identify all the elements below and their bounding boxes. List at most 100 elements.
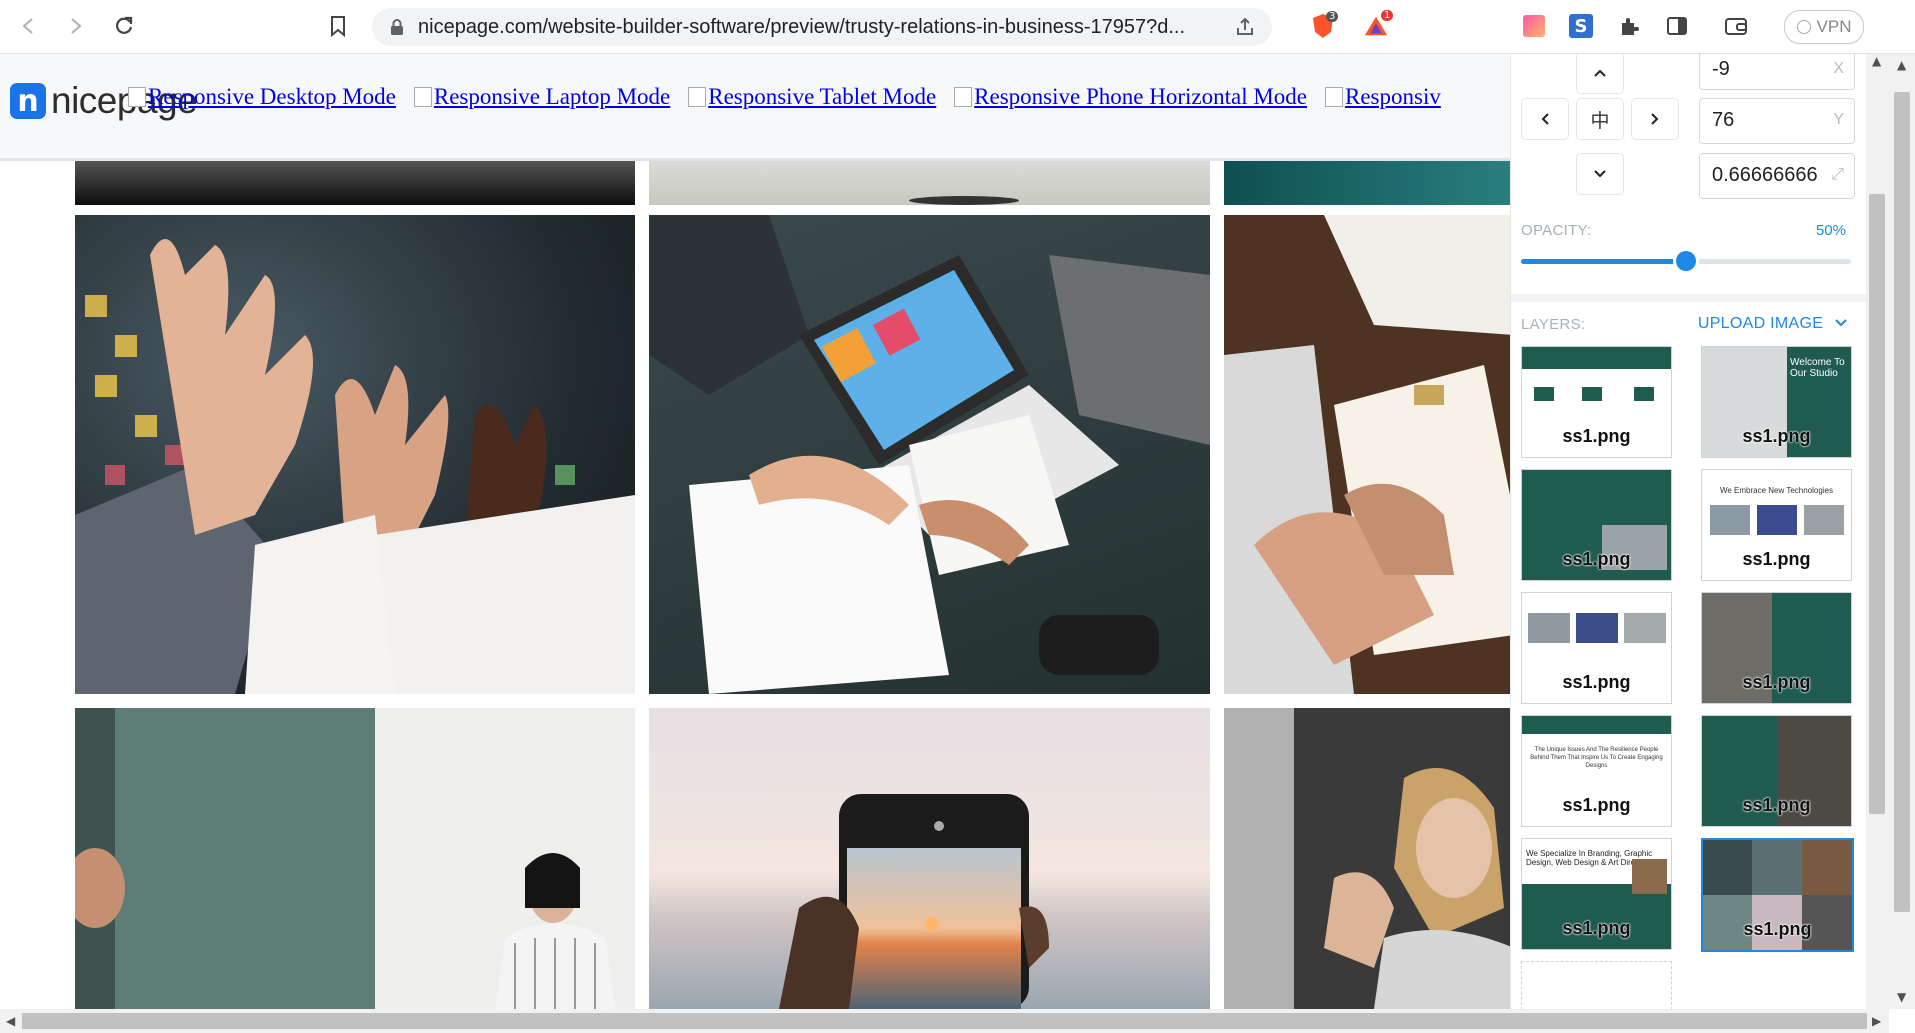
puzzle-extensions-icon[interactable] (1616, 13, 1642, 39)
page-viewport: n nicepage Responsive Desktop Mode Respo… (0, 54, 1915, 1009)
opacity-label: OPACITY: (1521, 222, 1592, 239)
scroll-left-icon[interactable]: ◀ (6, 1014, 15, 1028)
s-extension-icon[interactable]: S (1568, 13, 1594, 39)
layer-name: ss1.png (1562, 918, 1631, 938)
gallery-photo-clipboard-handshake (1224, 215, 1514, 694)
move-left-button[interactable] (1521, 98, 1569, 140)
brave-rewards-icon[interactable]: 1 (1363, 10, 1394, 39)
layer-name: ss1.png (1742, 426, 1811, 446)
laptop-mode-link[interactable]: Responsive Laptop Mode (413, 84, 670, 110)
add-layer-dropzone[interactable] (1521, 961, 1672, 1009)
panel-scrollbar[interactable]: ▲ (1865, 54, 1889, 1009)
broken-image-icon (413, 87, 432, 107)
back-icon[interactable] (14, 12, 42, 40)
center-button[interactable]: 中 (1576, 98, 1624, 140)
reload-icon[interactable] (110, 12, 138, 40)
panel-divider (1511, 294, 1866, 302)
layer-thumbnail[interactable]: ss1.png (1521, 346, 1672, 458)
responsive-mode-links: Responsive Desktop Mode Responsive Lapto… (128, 84, 1441, 110)
layer-name: ss1.png (1562, 549, 1631, 569)
gallery-photo-laptop-documents (649, 215, 1210, 694)
overlay-control-panel: 中 -9 X 76 Y 0.66666666 ⤢ OPACITY: 50% LA… (1510, 54, 1866, 1009)
layer-thumbnail[interactable]: We Embrace New Technologies ss1.png (1701, 469, 1852, 581)
layer-thumbnail-selected[interactable]: ss1.png (1701, 838, 1854, 952)
move-up-button[interactable] (1576, 54, 1624, 94)
vpn-button[interactable]: VPN (1784, 10, 1864, 44)
chevron-down-icon (1835, 319, 1847, 327)
gallery-photo-top-3 (1224, 158, 1514, 205)
layer-thumbnail[interactable]: ss1.png (1701, 715, 1852, 827)
opacity-slider[interactable] (1521, 251, 1851, 271)
x-offset-field[interactable]: -9 X (1699, 54, 1855, 90)
opacity-slider-handle[interactable] (1676, 251, 1696, 271)
x-offset-value: -9 (1712, 58, 1730, 80)
share-icon[interactable] (1234, 16, 1256, 38)
y-offset-field[interactable]: 76 Y (1699, 98, 1855, 144)
bookmark-icon[interactable] (324, 12, 352, 40)
scroll-down-icon[interactable]: ▼ (1897, 990, 1906, 1004)
wallet-icon[interactable] (1723, 13, 1749, 39)
page-horizontal-scrollbar[interactable]: ◀ ▶ (0, 1009, 1889, 1033)
y-offset-value: 76 (1712, 109, 1735, 131)
gallery-photo-meeting-woman (75, 708, 635, 1009)
layer-thumbnail[interactable]: Welcome To Our Studio ss1.png (1701, 346, 1852, 458)
move-right-button[interactable] (1631, 98, 1679, 140)
page-horizontal-scrollbar-thumb[interactable] (22, 1013, 1867, 1029)
panel-scrollbar-thumb[interactable] (1869, 194, 1885, 814)
layer-heading: We Embrace New Technologies (1719, 486, 1834, 495)
site-header: n nicepage Responsive Desktop Mode Respo… (0, 54, 1510, 161)
sidebar-toggle-icon[interactable] (1664, 13, 1690, 39)
tablet-mode-link[interactable]: Responsive Tablet Mode (688, 84, 936, 110)
broken-image-icon (954, 87, 973, 107)
scroll-right-icon[interactable]: ▶ (1872, 1014, 1881, 1028)
layers-label: LAYERS: (1521, 316, 1586, 333)
gallery-photo-thinking-woman (1224, 708, 1514, 1009)
layer-heading: The Unique Issues And The Resilience Peo… (1530, 747, 1663, 769)
gallery-photo-high-five (75, 215, 635, 694)
layer-name: ss1.png (1742, 795, 1811, 815)
gradient-extension-icon[interactable] (1521, 13, 1547, 39)
brave-shield-icon[interactable]: 3 (1310, 11, 1339, 39)
move-down-button[interactable] (1576, 153, 1624, 195)
layer-name: ss1.png (1743, 919, 1812, 939)
logo-mark: n (10, 83, 46, 119)
scroll-up-icon[interactable]: ▲ (1897, 58, 1906, 72)
forward-icon[interactable] (62, 12, 90, 40)
brave-badge: 3 (1326, 11, 1339, 22)
layer-name: ss1.png (1562, 426, 1631, 446)
center-icon: 中 (1590, 109, 1610, 132)
gallery-photo-top-1 (75, 158, 635, 205)
layer-thumbnail[interactable]: We Specialize In Branding, Graphic Desig… (1521, 838, 1672, 950)
desktop-mode-link[interactable]: Responsive Desktop Mode (128, 84, 396, 110)
phone-horizontal-mode-link[interactable]: Responsive Phone Horizontal Mode (954, 84, 1307, 110)
resize-icon: ⤢ (1831, 166, 1844, 183)
layer-name: ss1.png (1742, 672, 1811, 692)
phone-mode-link[interactable]: Responsiv (1325, 84, 1441, 110)
broken-image-icon (1325, 87, 1343, 107)
url-text: nicepage.com/website-builder-software/pr… (418, 15, 1186, 38)
upload-image-button[interactable]: UPLOAD IMAGE (1698, 315, 1848, 333)
layer-heading: Welcome To Our Studio (1790, 357, 1845, 379)
x-suffix: X (1833, 60, 1844, 77)
layer-thumbnail[interactable]: ss1.png (1701, 592, 1852, 704)
gallery-photo-top-2 (649, 158, 1210, 205)
scale-value: 0.66666666 (1712, 164, 1818, 186)
layer-name: ss1.png (1562, 795, 1631, 815)
page-vertical-scrollbar-thumb[interactable] (1894, 92, 1910, 912)
y-suffix: Y (1833, 111, 1844, 128)
address-bar[interactable]: nicepage.com/website-builder-software/pr… (372, 8, 1272, 46)
page-vertical-scrollbar[interactable]: ▲ ▼ (1889, 54, 1915, 1009)
layer-name: ss1.png (1742, 549, 1811, 569)
layer-thumbnail[interactable]: The Unique Issues And The Resilience Peo… (1521, 715, 1672, 827)
vpn-label: VPN (1816, 17, 1852, 36)
opacity-value: 50% (1815, 222, 1846, 239)
scroll-up-icon[interactable]: ▲ (1872, 54, 1881, 68)
vpn-icon (1796, 20, 1811, 34)
lock-icon (391, 19, 403, 35)
browser-toolbar: nicepage.com/website-builder-software/pr… (0, 0, 1915, 54)
layer-thumbnail[interactable]: ss1.png (1521, 592, 1672, 704)
scale-field[interactable]: 0.66666666 ⤢ (1699, 153, 1855, 199)
layer-thumbnail[interactable]: ss1.png (1521, 469, 1672, 581)
broken-image-icon (128, 87, 146, 107)
alert-badge: 1 (1381, 10, 1394, 21)
